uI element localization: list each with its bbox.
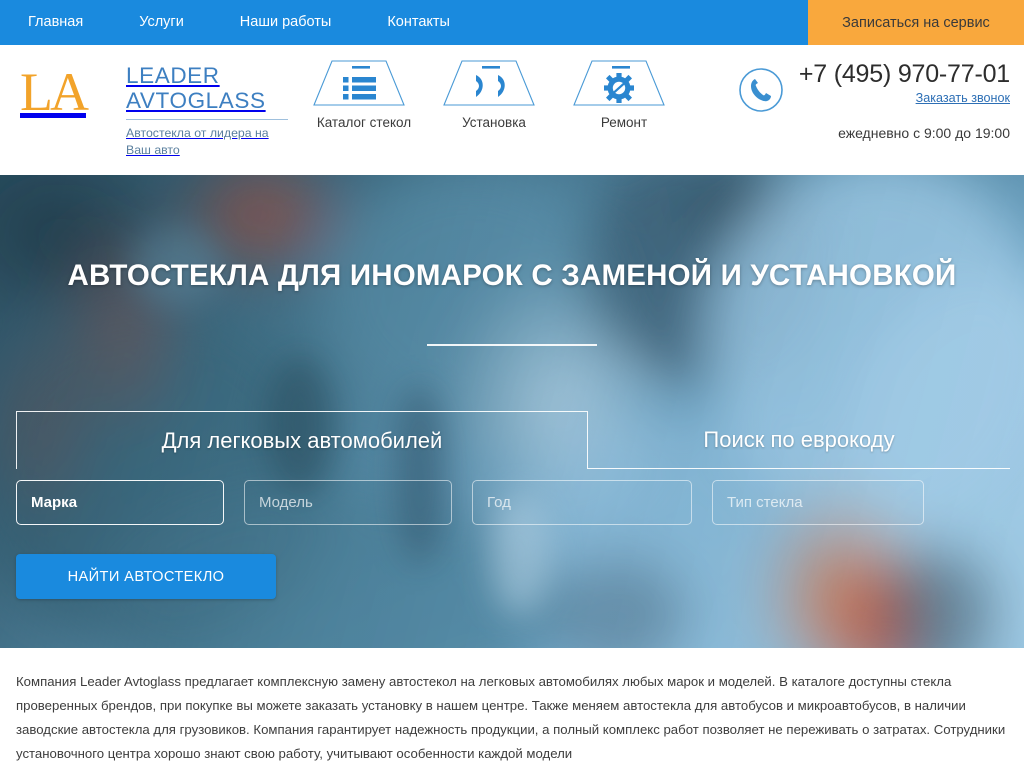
model-select[interactable]: Модель: [244, 480, 452, 525]
logo-mark: LA: [20, 62, 89, 122]
find-glass-button[interactable]: НАЙТИ АВТОСТЕКЛО: [16, 554, 276, 599]
service-repair-label: Ремонт: [600, 115, 648, 130]
nav-item-works[interactable]: Наши работы: [212, 0, 360, 45]
logo-divider: [126, 119, 288, 121]
hero-section: АВТОСТЕКЛА ДЛЯ ИНОМАРОК С ЗАМЕНОЙ И УСТА…: [0, 175, 1024, 648]
logo-name-line2: AVTOGLASS: [126, 88, 266, 114]
phone-circle-icon: [737, 66, 785, 119]
callback-link[interactable]: Заказать звонок: [799, 91, 1010, 105]
hero-title-divider: [427, 344, 597, 346]
hero-content: АВТОСТЕКЛА ДЛЯ ИНОМАРОК С ЗАМЕНОЙ И УСТА…: [0, 175, 1024, 648]
logo-name-line1: LEADER: [126, 63, 220, 88]
site-header: LA LEADER AVTOGLASS Автостекла от лидера…: [0, 45, 1024, 175]
service-catalog[interactable]: Каталог стекол: [310, 59, 418, 130]
repair-gear-icon: [570, 59, 678, 107]
glass-type-select[interactable]: Тип стекла: [712, 480, 924, 525]
brand-select[interactable]: Марка: [16, 480, 224, 525]
year-select[interactable]: Год: [472, 480, 692, 525]
phone-row: +7 (495) 970-77-01 Заказать звонок: [737, 61, 1010, 119]
search-tabs: Для легковых автомобилей Поиск по евроко…: [16, 411, 1010, 469]
service-catalog-label: Каталог стекол: [316, 115, 412, 130]
logo-tagline: Автостекла от лидера на Ваш авто: [126, 126, 269, 157]
search-form: Марка Модель Год Тип стекла: [16, 480, 1010, 525]
service-repair[interactable]: Ремонт: [570, 59, 678, 130]
service-installation-label: Установка: [462, 115, 526, 130]
service-installation[interactable]: Установка: [440, 59, 548, 130]
tab-eurocode-search[interactable]: Поиск по еврокоду: [588, 411, 1010, 469]
logo[interactable]: LA LEADER AVTOGLASS Автостекла от лидера…: [0, 45, 300, 158]
contact-block: +7 (495) 970-77-01 Заказать звонок ежедн…: [737, 61, 1010, 141]
nav-item-home[interactable]: Главная: [14, 0, 111, 45]
service-icon-navigation: Каталог стекол Установка Ремонт: [310, 45, 678, 130]
nav-item-services[interactable]: Услуги: [111, 0, 212, 45]
installation-hands-icon: [440, 59, 548, 107]
logo-text-block: LEADER AVTOGLASS Автостекла от лидера на…: [126, 59, 294, 158]
intro-text-section: Компания Leader Avtoglass предлагает ком…: [0, 648, 1024, 766]
hero-title: АВТОСТЕКЛА ДЛЯ ИНОМАРОК С ЗАМЕНОЙ И УСТА…: [67, 259, 957, 292]
main-navigation: Главная Услуги Наши работы Контакты: [0, 0, 478, 45]
intro-paragraph: Компания Leader Avtoglass предлагает ком…: [16, 674, 1006, 762]
tab-passenger-cars[interactable]: Для легковых автомобилей: [16, 411, 588, 469]
phone-number[interactable]: +7 (495) 970-77-01: [799, 61, 1010, 88]
nav-item-contacts[interactable]: Контакты: [359, 0, 478, 45]
working-hours: ежедневно с 9:00 до 19:00: [838, 125, 1010, 141]
catalog-list-icon: [310, 59, 418, 107]
book-service-button[interactable]: Записаться на сервис: [808, 0, 1024, 45]
top-bar: Главная Услуги Наши работы Контакты Запи…: [0, 0, 1024, 45]
